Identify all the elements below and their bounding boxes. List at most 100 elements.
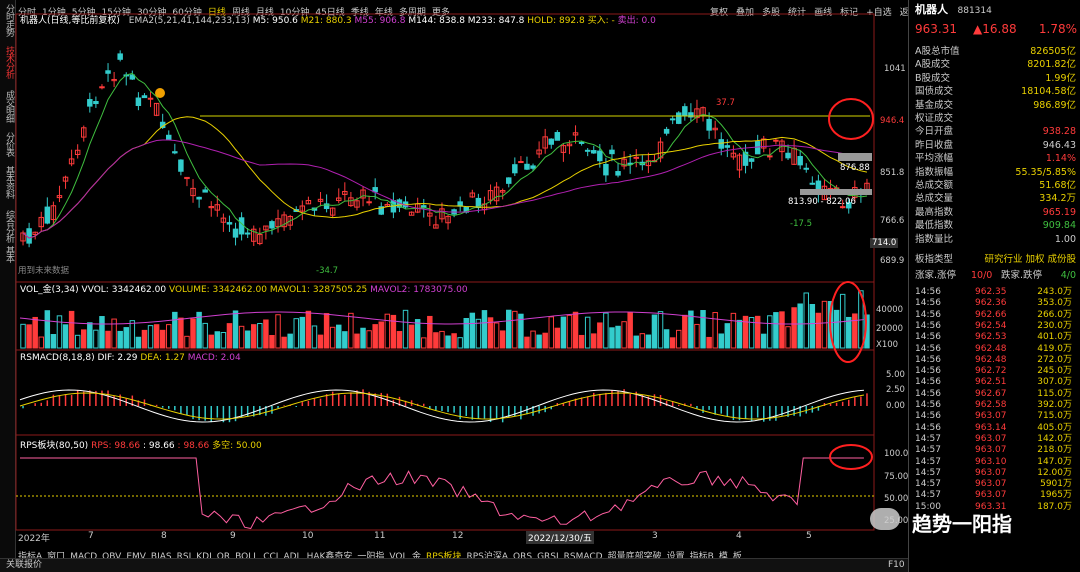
current-price: 963.31 <box>915 22 957 36</box>
volume-bar <box>275 314 281 349</box>
axis-main-0: 1041 <box>884 64 906 74</box>
volume-bar <box>323 313 330 349</box>
macd-dea: DEA: 1.27 <box>140 353 185 363</box>
rps-title: RPS板块(80,50) <box>20 441 89 451</box>
tick-volume: 272.0万 <box>1037 354 1072 365</box>
down-val: 4/0 <box>1060 270 1076 281</box>
candle-body <box>141 95 148 99</box>
volume-bar <box>669 337 676 349</box>
hy-val: 研究行业 加权 成份股 <box>984 254 1076 265</box>
stat-value: 946.43 <box>1042 139 1076 151</box>
wechat-icon <box>870 508 900 530</box>
candle-body <box>584 149 591 152</box>
axis-main-1: 946.4 <box>880 116 905 126</box>
stat-value: 938.28 <box>1042 126 1076 138</box>
volume-bars <box>19 290 870 349</box>
rps-line <box>20 457 864 530</box>
stat-value: 1.99亿 <box>1045 72 1076 84</box>
stat-label: 权证成交 <box>915 113 954 124</box>
volume-bar <box>141 329 148 349</box>
candle-body <box>135 97 142 106</box>
macd-title: RSMACD(8,18,8) <box>20 353 95 363</box>
axis-macd-1: 2.50 <box>886 385 905 395</box>
stat-label: 最高指数 <box>915 206 954 218</box>
stat-label: A股成交 <box>915 59 950 71</box>
tick-time: 14:56 <box>915 320 941 331</box>
volume-bar <box>147 325 154 349</box>
tick-time: 14:56 <box>915 343 941 354</box>
tick-price: 962.72 <box>975 366 1007 377</box>
label-high: 37.7 <box>716 98 735 108</box>
stat-label: 国债成交 <box>915 86 954 98</box>
volume-bar <box>451 333 457 349</box>
volume-bar <box>651 314 658 349</box>
volume-bar <box>348 312 354 349</box>
tick-row: 14:56 962.72 245.0万 <box>913 366 1076 377</box>
box-marker <box>838 153 872 161</box>
chart-grid <box>15 13 875 531</box>
volume-bar <box>548 316 554 349</box>
status-left[interactable]: 关联报价 <box>6 559 42 572</box>
axis-main-4: 689.9 <box>880 256 905 266</box>
tick-price: 963.07 <box>975 433 1007 444</box>
volume-bar <box>584 316 591 349</box>
tick-row: 14:57 963.07 218.0万 <box>913 445 1076 456</box>
candle-body <box>803 167 809 170</box>
candle-body <box>603 163 609 176</box>
status-f10[interactable]: F10 <box>888 559 905 572</box>
candle-body <box>166 134 172 140</box>
volume-bar <box>214 331 221 349</box>
tick-price: 962.36 <box>975 298 1007 309</box>
app-root: 分时走势 技术分析 成交明细 分价表 基本资料 综合分析 基本 分时 1分钟 5分钟… <box>0 0 1080 572</box>
tick-time: 14:56 <box>915 354 941 365</box>
vol-mavol1: MAVOL1: 3287505.25 <box>269 285 368 295</box>
tick-price: 963.07 <box>975 445 1007 456</box>
volume-bar <box>609 327 615 349</box>
tick-price: 963.14 <box>975 422 1007 433</box>
volume-bar <box>803 292 809 349</box>
ma-line <box>22 116 868 239</box>
volume-bar <box>408 324 415 349</box>
volume-bar <box>542 332 548 349</box>
date-m12: 12 <box>452 531 464 541</box>
stat-row: 指数量比 1.00 <box>915 234 1076 246</box>
kline-chart[interactable] <box>0 0 908 544</box>
candle-body <box>202 189 208 193</box>
stat-value: 18104.58亿 <box>1021 86 1076 98</box>
candle-body <box>26 228 32 244</box>
stat-row: 今日开盘 938.28 <box>915 126 1076 138</box>
price-marker: 714.0 <box>870 238 899 248</box>
tick-time: 14:57 <box>915 479 941 490</box>
volume-bar <box>26 324 32 349</box>
volume-bar <box>852 313 858 349</box>
volume-bar <box>257 323 263 349</box>
tick-volume: 266.0万 <box>1037 309 1072 320</box>
volume-bar <box>99 316 105 349</box>
volume-bar <box>251 324 257 349</box>
tick-price: 963.07 <box>975 411 1007 422</box>
volume-bar <box>724 323 731 349</box>
tick-row: 14:56 962.51 307.0万 <box>913 377 1076 388</box>
volume-bar <box>791 307 797 349</box>
volume-bar <box>305 310 312 349</box>
volume-bar <box>329 326 336 349</box>
tick-price: 962.58 <box>975 400 1007 410</box>
tick-volume: 115.0万 <box>1037 388 1072 399</box>
volume-bar <box>87 322 93 349</box>
tick-row: 14:56 962.67 115.0万 <box>913 389 1076 400</box>
candle-body <box>506 177 512 184</box>
candle-body <box>676 112 682 124</box>
volume-bar <box>645 334 652 349</box>
price-change: ▲16.88 <box>973 22 1017 36</box>
stat-value: 55.35/5.85% <box>1015 166 1076 178</box>
volume-bar <box>232 310 239 349</box>
axis-vol-0: 40000 <box>876 305 904 315</box>
volume-bar <box>506 309 512 349</box>
stat-value: 8201.82亿 <box>1027 59 1076 71</box>
volume-bar <box>627 312 633 349</box>
tick-volume: 218.0万 <box>1037 445 1072 456</box>
tick-volume: 5901万 <box>1040 479 1072 490</box>
candle-body <box>706 118 712 131</box>
candle-body <box>724 145 731 148</box>
volume-bar <box>208 334 214 349</box>
